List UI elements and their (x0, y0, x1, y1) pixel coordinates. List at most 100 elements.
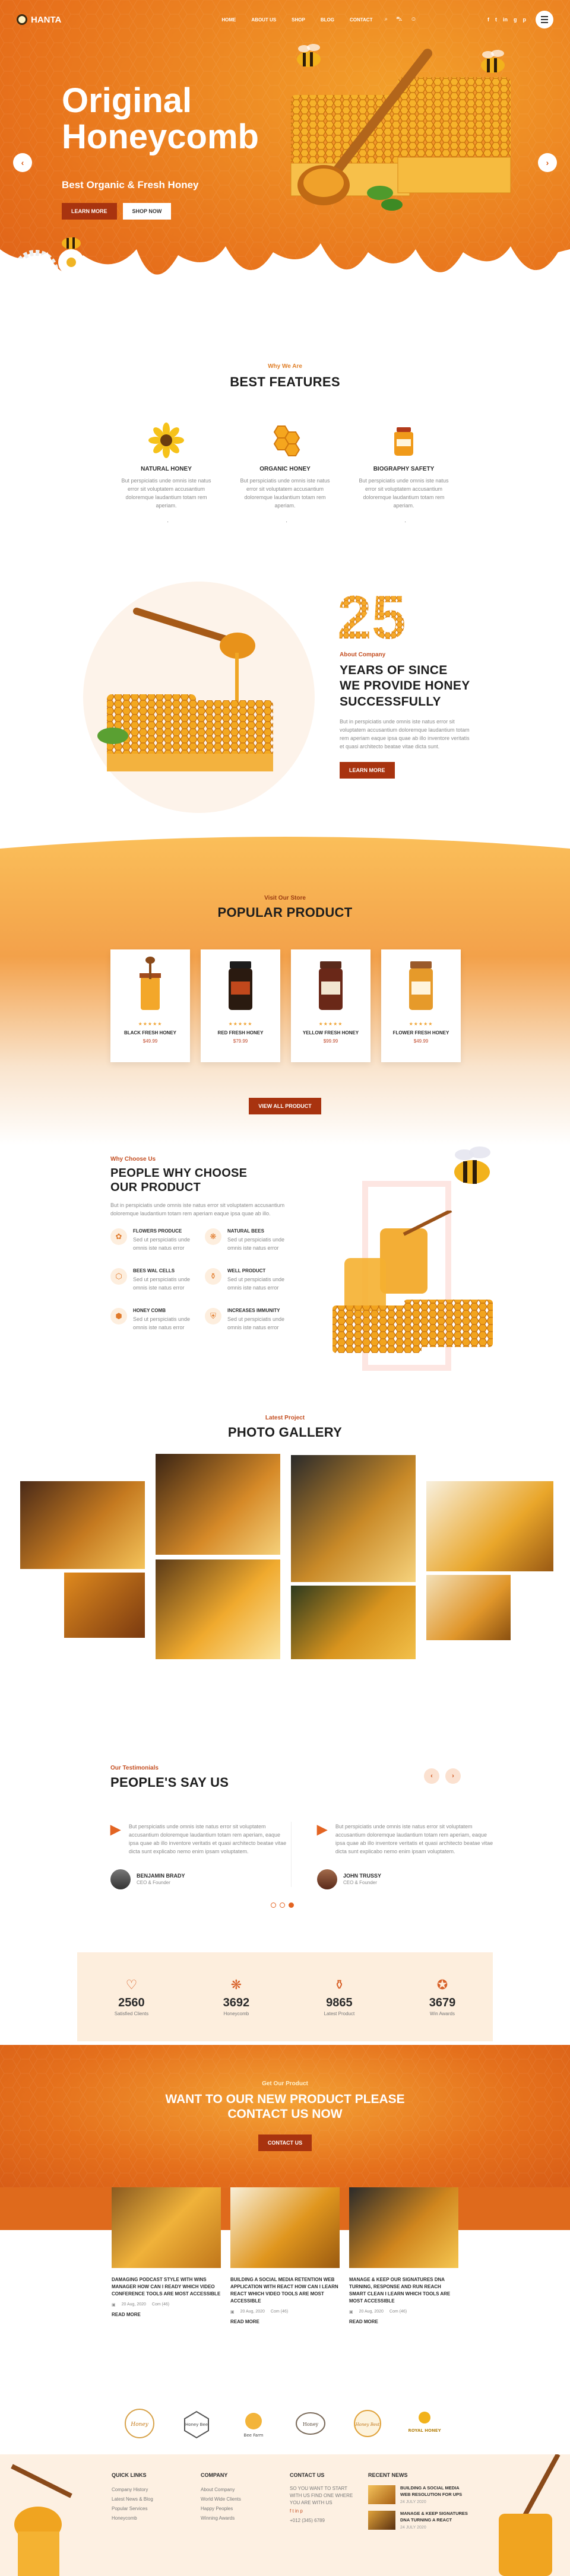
counter-value: 2560 (118, 1996, 145, 2009)
hero-subtitle: Best Organic & Fresh Honey (62, 179, 199, 190)
nav-blog[interactable]: BLOG (321, 17, 334, 23)
logo[interactable]: HANTA (17, 14, 61, 25)
nav-icons: ⌕ ⛍ ☺ (384, 16, 416, 24)
linkedin-icon[interactable]: in (503, 17, 508, 23)
counter-box: ♡ 2560 Satisfied Clients ❋ 3692 Honeycomb ⚱ 9… (77, 1952, 493, 2041)
gallery-photo[interactable] (156, 1454, 280, 1555)
prev-slide-button[interactable]: ‹ (13, 153, 32, 172)
recent-news-item[interactable]: BUILDING A SOCIAL MEDIA WEB RESOLUTION F… (368, 2485, 469, 2505)
cart-icon[interactable]: ⛍ (396, 16, 402, 24)
product-card[interactable]: ★★★★★ BLACK FRESH HONEY $49.99 (110, 949, 190, 1062)
blog-image[interactable] (112, 2187, 221, 2268)
prev-testimonial-button[interactable]: ‹ (424, 1768, 439, 1784)
google-icon[interactable]: g (514, 17, 517, 23)
gallery-kicker: Latest Project (265, 1415, 305, 1421)
why-title-line1: PEOPLE WHY CHOOSE (110, 1167, 248, 1180)
why-list: ✿ FLOWERS PRODUCE Sed ut perspiciatis unde… (110, 1228, 289, 1332)
why-item-title: HONEY COMB (133, 1307, 166, 1313)
blog-title[interactable]: DAMAGING PODCAST STYLE WITH WINS MANAGER… (112, 2276, 221, 2298)
about-learn-more-button[interactable]: LEARN MORE (340, 761, 395, 779)
brand-logo[interactable]: Honey (290, 2407, 331, 2440)
read-more-link[interactable]: READ MORE (230, 2319, 340, 2324)
news-thumbnail (368, 2511, 395, 2530)
features-title: BEST FEATURES (230, 374, 340, 389)
product-card[interactable]: ★★★★★ FLOWER FRESH HONEY $49.99 (381, 949, 461, 1062)
brands-section: Honey Honey Bee Bee Farm Honey Honey Bes… (0, 2389, 570, 2454)
feature-title: BIOGRAPHY SAFETY (373, 466, 435, 472)
slider-dot[interactable] (280, 1902, 285, 1908)
slider-dot[interactable] (271, 1902, 276, 1908)
read-more-link[interactable]: READ MORE (112, 2312, 221, 2317)
gallery-photo[interactable] (291, 1586, 416, 1659)
counter-value: 3679 (429, 1996, 456, 2009)
brand-logo[interactable]: Bee Farm (233, 2407, 274, 2440)
popular-kicker: Visit Our Store (264, 895, 306, 901)
gallery-photo[interactable] (20, 1481, 145, 1569)
footer-link[interactable]: About Company (201, 2485, 241, 2495)
footer-link[interactable]: World Wide Clients (201, 2495, 241, 2504)
blog-title[interactable]: MANAGE & KEEP OUR SIGNATURES DNA TURNING… (349, 2276, 458, 2305)
facebook-icon[interactable]: f (487, 17, 489, 23)
footer-link[interactable]: Latest News & Blog (112, 2495, 153, 2504)
shop-now-button[interactable]: SHOP NOW (122, 203, 172, 220)
learn-more-button[interactable]: LEARN MORE (62, 203, 117, 220)
footer-link[interactable]: Company History (112, 2485, 153, 2495)
brand-logo[interactable]: ROYAL HONEY (404, 2407, 445, 2440)
hero-buttons: LEARN MORE SHOP NOW (62, 203, 172, 220)
next-testimonial-button[interactable]: › (445, 1768, 461, 1784)
user-icon[interactable]: ☺ (410, 16, 416, 24)
brand-logo[interactable]: Honey (119, 2407, 160, 2440)
social-links: f t in g p (487, 17, 526, 23)
pinterest-icon[interactable]: p (523, 17, 527, 23)
footer-link[interactable]: Happy Peoples (201, 2504, 241, 2514)
footer-link[interactable]: Honeycomb (112, 2514, 153, 2523)
footer-column: COMPANY About Company World Wide Clients… (201, 2472, 241, 2523)
avatar (317, 1869, 337, 1889)
nav-home[interactable]: HOME (221, 17, 236, 23)
footer-phone[interactable]: +012 (345) 6789 (290, 2516, 355, 2526)
brand-logo[interactable]: Honey Bee (176, 2407, 217, 2440)
nav-about[interactable]: ABOUT US (251, 17, 276, 23)
gallery-photo[interactable] (426, 1481, 553, 1571)
slider-dot-active[interactable] (289, 1902, 294, 1908)
view-all-products-button[interactable]: VIEW ALL PRODUCT (249, 1098, 321, 1114)
search-icon[interactable]: ⌕ (384, 16, 388, 24)
brand-name: HANTA (31, 14, 62, 25)
twitter-icon[interactable]: t (495, 17, 497, 23)
menu-toggle-button[interactable] (536, 11, 553, 28)
nav-shop[interactable]: SHOP (292, 17, 305, 23)
feature-text: But perspiciatis unde omnis iste natus e… (359, 478, 449, 509)
blog-image[interactable] (349, 2187, 458, 2268)
testimonial-card: ▶ But perspiciatis unde omnis iste natus… (110, 1823, 289, 1889)
honey-jar-icon (394, 427, 413, 456)
gallery-photo[interactable] (64, 1573, 145, 1638)
product-card[interactable]: ★★★★★ YELLOW FRESH HONEY $99.99 (291, 949, 370, 1062)
slider-dots (271, 1902, 294, 1908)
product-name: FLOWER FRESH HONEY (392, 1030, 449, 1036)
counter-item: ❋ 3692 Honeycomb (223, 1977, 250, 2017)
testimonials-title: PEOPLE'S SAY US (110, 1775, 229, 1790)
why-item-text: Sed ut perspiciatis unde omnis iste natu… (133, 1237, 191, 1251)
rating-stars: ★★★★★ (138, 1021, 163, 1027)
read-more-link[interactable]: READ MORE (349, 2319, 458, 2324)
blog-comments: Com (46) (151, 2302, 170, 2307)
why-item-title: WELL PRODUCT (227, 1268, 266, 1273)
gallery-photo[interactable] (426, 1575, 511, 1640)
blog-image[interactable] (230, 2187, 340, 2268)
brand-logo[interactable]: Honey Best (347, 2407, 388, 2440)
contact-us-button[interactable]: CONTACT US (258, 2135, 312, 2152)
blog-comments: Com (46) (389, 2310, 407, 2314)
footer-link[interactable]: Popular Services (112, 2504, 153, 2514)
blog-title[interactable]: BUILDING A SOCIAL MEDIA RETENTION WEB AP… (230, 2276, 340, 2305)
gallery-photo[interactable] (156, 1559, 280, 1659)
why-choose-section: Why Choose Us PEOPLE WHY CHOOSE OUR PROD… (0, 1145, 570, 1412)
nav-contact[interactable]: CONTACT (350, 17, 373, 23)
footer-link[interactable]: Winning Awards (201, 2514, 241, 2523)
gallery-photo[interactable] (291, 1455, 416, 1582)
product-card[interactable]: ★★★★★ RED FRESH HONEY $79.99 (201, 949, 280, 1062)
quote-icon: ▶ (110, 1822, 121, 1837)
recent-news-item[interactable]: MANAGE & KEEP SIGNATURES DNA TURNING A R… (368, 2511, 469, 2530)
footer-social-icons[interactable]: f t in p (290, 2507, 355, 2516)
news-title: BUILDING A SOCIAL MEDIA WEB RESOLUTION F… (400, 2485, 463, 2497)
sunflower-icon (148, 423, 184, 458)
